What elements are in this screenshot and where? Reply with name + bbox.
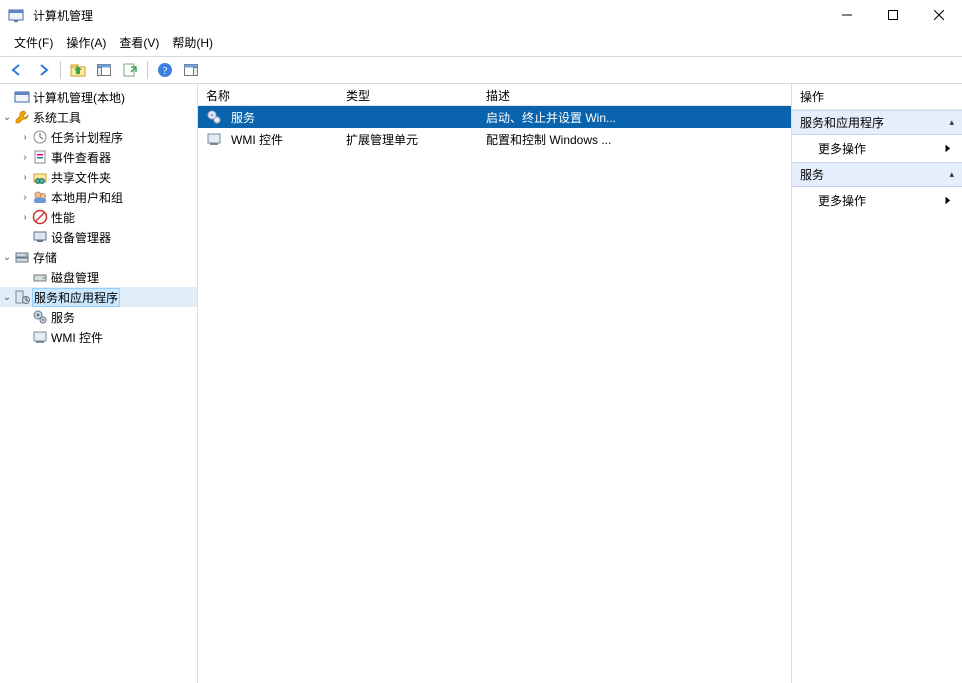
expand-icon[interactable]: › (18, 132, 32, 143)
chevron-right-icon: ▶ (946, 143, 951, 154)
tree-wmi-control[interactable]: › WMI 控件 (18, 327, 197, 347)
tree-system-tools[interactable]: ⌄ 系统工具 (0, 107, 197, 127)
gears-icon (32, 309, 48, 325)
event-log-icon (32, 149, 48, 165)
column-type[interactable]: 类型 (338, 84, 478, 105)
show-hide-tree-button[interactable] (93, 59, 115, 81)
shared-folder-icon (32, 169, 48, 185)
actions-group-services[interactable]: 服务 ▴ (792, 162, 962, 187)
actions-more-2[interactable]: 更多操作 ▶ (792, 187, 962, 214)
tree-panel: ▾ 计算机管理(本地) ⌄ 系统工具 (0, 84, 198, 683)
collapse-indicator-icon: ▴ (949, 117, 954, 128)
tree-disk-management[interactable]: › 磁盘管理 (18, 267, 197, 287)
menu-bar: 文件(F) 操作(A) 查看(V) 帮助(H) (0, 30, 962, 56)
wmi-icon (32, 329, 48, 345)
computer-management-icon (14, 89, 30, 105)
toolbar-separator (147, 61, 148, 79)
menu-file[interactable]: 文件(F) (8, 32, 59, 53)
collapse-icon[interactable]: ⌄ (0, 292, 14, 303)
gears-icon (206, 109, 222, 125)
close-button[interactable] (916, 0, 962, 30)
up-folder-button[interactable] (67, 59, 89, 81)
performance-icon (32, 209, 48, 225)
menu-help[interactable]: 帮助(H) (166, 32, 219, 53)
toolbar: ? (0, 56, 962, 84)
device-manager-icon (32, 229, 48, 245)
list-header: 名称 类型 描述 (198, 84, 791, 106)
expand-icon[interactable]: › (18, 192, 32, 203)
column-name[interactable]: 名称 (198, 84, 338, 105)
list-body: 服务 启动、终止并设置 Win... WMI 控件 扩展管理单元 配置和控制 W… (198, 106, 791, 683)
wmi-icon (206, 131, 222, 147)
content-area: ▾ 计算机管理(本地) ⌄ 系统工具 (0, 84, 962, 683)
actions-header: 操作 (792, 84, 962, 110)
tree-shared-folders[interactable]: › 共享文件夹 (18, 167, 197, 187)
disk-icon (32, 269, 48, 285)
forward-button[interactable] (32, 59, 54, 81)
back-button[interactable] (6, 59, 28, 81)
collapse-indicator-icon: ▴ (949, 169, 954, 180)
window-controls (824, 0, 962, 30)
tree-services-apps[interactable]: ⌄ 服务和应用程序 (0, 287, 197, 307)
show-hide-action-pane-button[interactable] (180, 59, 202, 81)
menu-action[interactable]: 操作(A) (60, 32, 112, 53)
minimize-button[interactable] (824, 0, 870, 30)
tree-task-scheduler[interactable]: › 任务计划程序 (18, 127, 197, 147)
actions-more-1[interactable]: 更多操作 ▶ (792, 135, 962, 162)
actions-panel: 操作 服务和应用程序 ▴ 更多操作 ▶ 服务 ▴ 更多操作 ▶ (792, 84, 962, 683)
collapse-icon[interactable]: ⌄ (0, 112, 14, 123)
clock-icon (32, 129, 48, 145)
tree-device-manager[interactable]: › 设备管理器 (18, 227, 197, 247)
title-bar: 计算机管理 (0, 0, 962, 30)
expand-icon[interactable]: › (18, 152, 32, 163)
tree-event-viewer[interactable]: › 事件查看器 (18, 147, 197, 167)
chevron-right-icon: ▶ (946, 195, 951, 206)
expand-icon[interactable]: › (18, 212, 32, 223)
svg-text:?: ? (163, 65, 168, 77)
list-row-services[interactable]: 服务 启动、终止并设置 Win... (198, 106, 791, 128)
tree-storage[interactable]: ⌄ 存储 (0, 247, 197, 267)
wrench-icon (14, 109, 30, 125)
maximize-button[interactable] (870, 0, 916, 30)
column-desc[interactable]: 描述 (478, 84, 791, 105)
tree-local-users-groups[interactable]: › 本地用户和组 (18, 187, 197, 207)
collapse-icon[interactable]: ⌄ (0, 252, 14, 263)
expand-icon[interactable]: › (18, 172, 32, 183)
storage-icon (14, 249, 30, 265)
app-icon (8, 7, 24, 23)
tree-performance[interactable]: › 性能 (18, 207, 197, 227)
menu-view[interactable]: 查看(V) (113, 32, 165, 53)
export-list-button[interactable] (119, 59, 141, 81)
toolbar-separator (60, 61, 61, 79)
tree-services[interactable]: › 服务 (18, 307, 197, 327)
help-button[interactable]: ? (154, 59, 176, 81)
actions-group-services-apps[interactable]: 服务和应用程序 ▴ (792, 110, 962, 135)
services-apps-icon (14, 289, 30, 305)
list-panel: 名称 类型 描述 服务 启动、终止并设置 Win... WMI 控件 扩展管理单… (198, 84, 792, 683)
users-icon (32, 189, 48, 205)
list-row-wmi[interactable]: WMI 控件 扩展管理单元 配置和控制 Windows ... (198, 128, 791, 150)
window-title: 计算机管理 (33, 7, 93, 24)
tree-root[interactable]: ▾ 计算机管理(本地) (0, 87, 197, 107)
